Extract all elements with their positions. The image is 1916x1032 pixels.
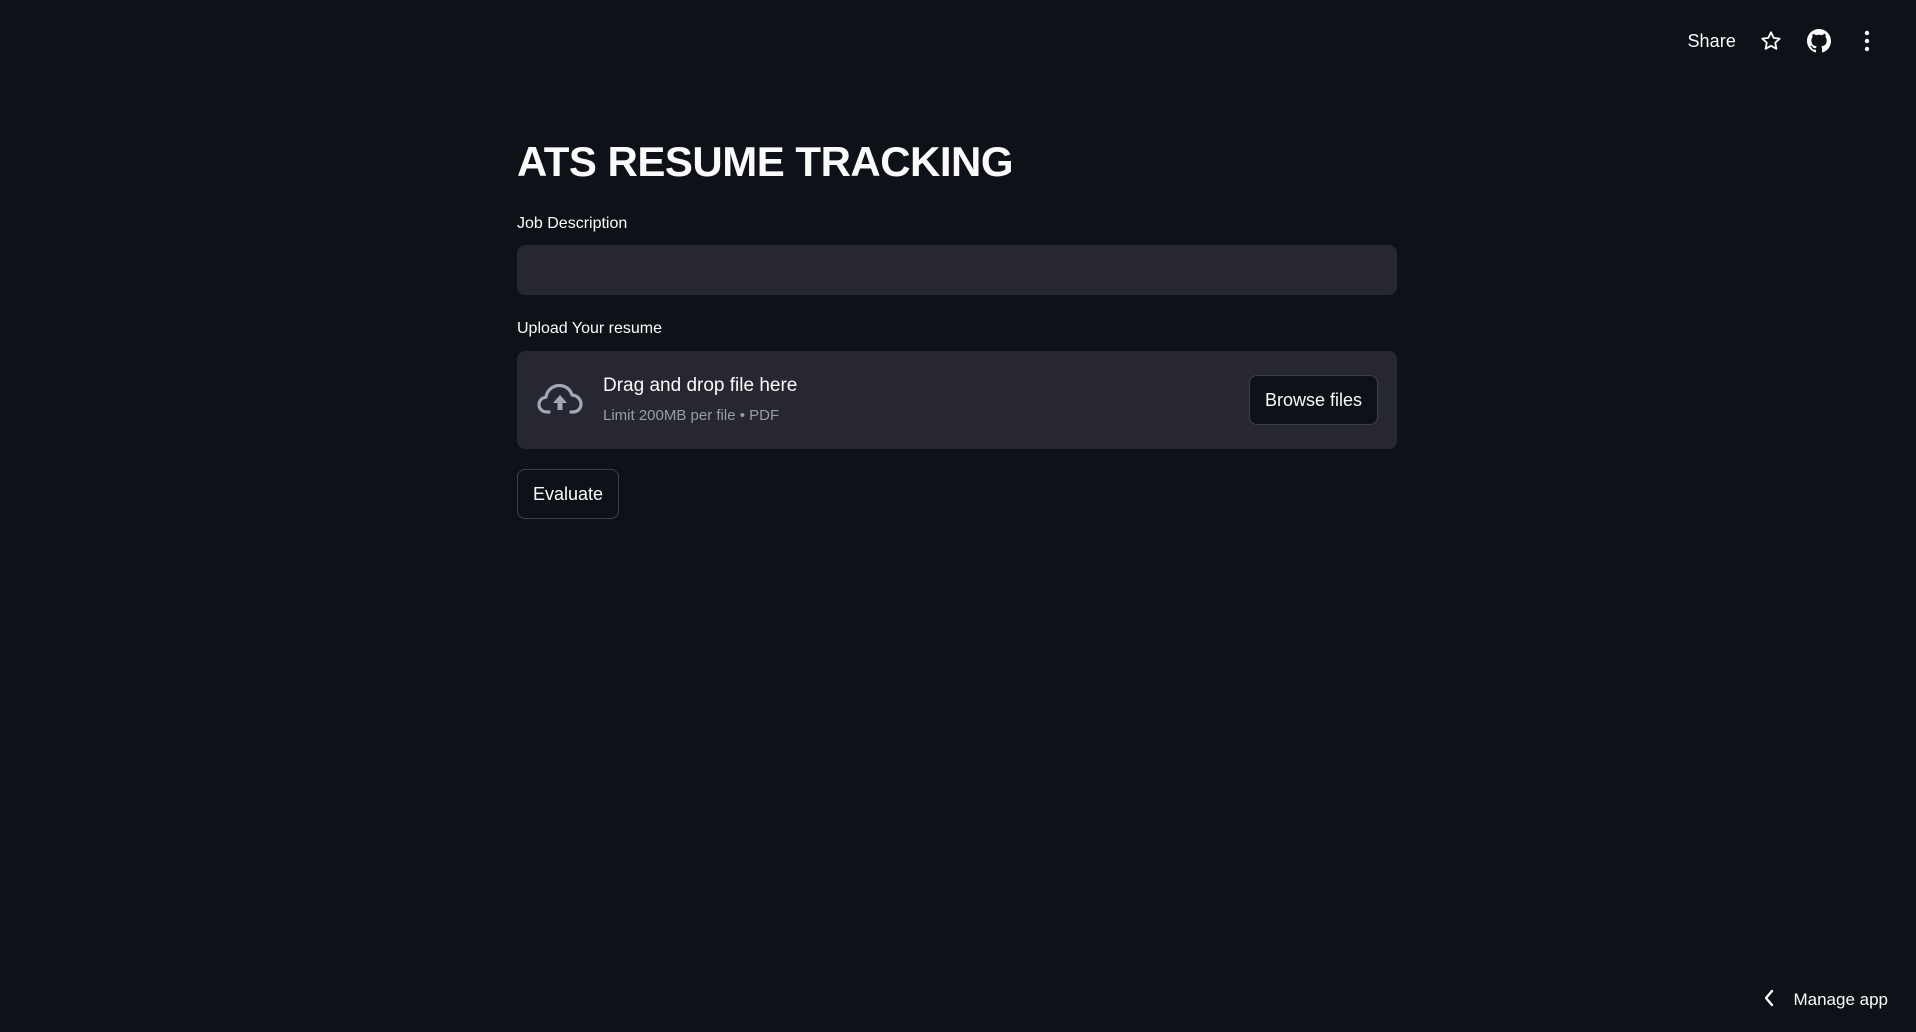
job-description-label: Job Description xyxy=(517,215,628,232)
star-icon[interactable] xyxy=(1758,28,1784,54)
app-root: Share ATS RESUME TRACKING Job Descriptio… xyxy=(0,0,1916,1032)
dropzone-subtitle: Limit 200MB per file • PDF xyxy=(603,407,780,424)
github-icon[interactable] xyxy=(1806,28,1832,54)
top-toolbar: Share xyxy=(1687,24,1880,58)
job-description-input[interactable] xyxy=(517,245,1397,295)
dropzone-title: Drag and drop file here xyxy=(603,375,798,396)
browse-files-button[interactable]: Browse files xyxy=(1248,375,1378,425)
more-vertical-icon[interactable] xyxy=(1854,28,1880,54)
manage-app-button[interactable]: Manage app xyxy=(1763,982,1888,1018)
manage-app-label: Manage app xyxy=(1793,990,1888,1009)
upload-resume-label: Upload Your resume xyxy=(517,320,662,337)
evaluate-button[interactable]: Evaluate xyxy=(517,469,620,519)
cloud-upload-icon xyxy=(536,379,584,421)
file-dropzone[interactable]: Drag and drop file here Limit 200MB per … xyxy=(517,351,1397,449)
share-button[interactable]: Share xyxy=(1687,31,1736,52)
chevron-left-icon xyxy=(1763,989,1775,1012)
page-title: ATS RESUME TRACKING xyxy=(517,138,1014,185)
